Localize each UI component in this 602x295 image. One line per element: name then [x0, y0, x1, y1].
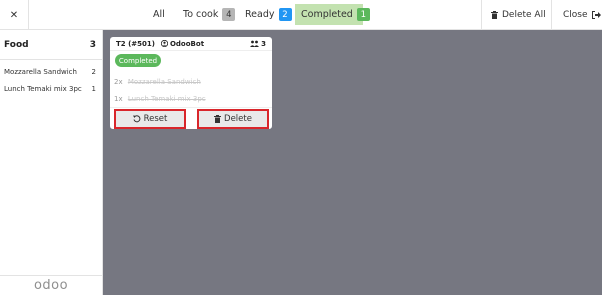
category-header[interactable]: Food 3	[0, 30, 102, 60]
trash-icon	[214, 115, 222, 123]
product-count: 1	[91, 84, 96, 93]
order-card-actions: Reset Delete	[110, 107, 272, 129]
orders-area: T2 (#501) OdooBot 3 Completed 2x Mozzare…	[103, 30, 602, 295]
tab-ready[interactable]: Ready 2	[245, 4, 292, 25]
close-icon[interactable]: ✕	[0, 0, 29, 30]
line-product: Mozzarella Sandwich	[127, 78, 201, 86]
line-quantity: 1x	[114, 95, 123, 103]
sidebar-footer: odoo	[0, 275, 102, 295]
employee: OdooBot	[160, 39, 205, 48]
close-label: Close	[563, 10, 588, 20]
tab-completed[interactable]: Completed 1	[295, 4, 370, 25]
count-badge: 1	[356, 8, 370, 21]
top-bar: ✕ All To cook 4 Ready 2 Completed 1 Dele…	[0, 0, 602, 30]
guest-number: 3	[261, 39, 266, 48]
order-line[interactable]: 1x Lunch Temaki mix 3pc	[114, 95, 206, 103]
tab-label: All	[153, 9, 165, 20]
product-name: Mozzarella Sandwich	[4, 67, 77, 76]
tab-label: To cook	[183, 9, 219, 20]
users-icon	[250, 40, 260, 47]
tab-all[interactable]: All	[153, 4, 165, 25]
delete-all-label: Delete All	[502, 10, 546, 20]
category-count: 3	[89, 39, 96, 50]
employee-name: OdooBot	[169, 39, 205, 48]
order-line[interactable]: 2x Mozzarella Sandwich	[114, 78, 201, 86]
order-card[interactable]: T2 (#501) OdooBot 3 Completed 2x Mozzare…	[110, 37, 272, 129]
line-quantity: 2x	[114, 78, 123, 86]
product-count: 2	[91, 67, 96, 76]
table-number: T2 (#501)	[116, 39, 155, 48]
status-badge: Completed	[115, 54, 161, 67]
product-name: Lunch Temaki mix 3pc	[4, 84, 82, 93]
category-sidebar: Food 3 Mozzarella Sandwich 2 Lunch Temak…	[0, 30, 103, 295]
count-badge: 2	[278, 8, 292, 21]
list-item[interactable]: Mozzarella Sandwich 2	[0, 63, 102, 80]
tab-label: Ready	[245, 9, 275, 20]
reset-button[interactable]: Reset	[114, 109, 186, 129]
trash-icon	[491, 11, 498, 19]
sign-out-icon	[591, 11, 601, 19]
tab-to-cook[interactable]: To cook 4	[183, 4, 236, 25]
list-item[interactable]: Lunch Temaki mix 3pc 1	[0, 80, 102, 97]
delete-all-button[interactable]: Delete All	[481, 0, 551, 30]
guest-count: 3	[250, 40, 266, 48]
category-name: Food	[4, 39, 29, 50]
user-icon	[160, 40, 168, 47]
close-button[interactable]: Close	[551, 0, 602, 30]
line-product: Lunch Temaki mix 3pc	[127, 95, 206, 103]
odoo-logo: odoo	[33, 278, 69, 293]
delete-label: Delete	[224, 114, 252, 124]
tab-label: Completed	[301, 9, 353, 20]
order-card-header: T2 (#501) OdooBot 3	[110, 37, 272, 51]
count-badge: 4	[222, 8, 236, 21]
undo-icon	[132, 115, 141, 123]
delete-button[interactable]: Delete	[197, 109, 269, 129]
reset-label: Reset	[143, 114, 168, 124]
